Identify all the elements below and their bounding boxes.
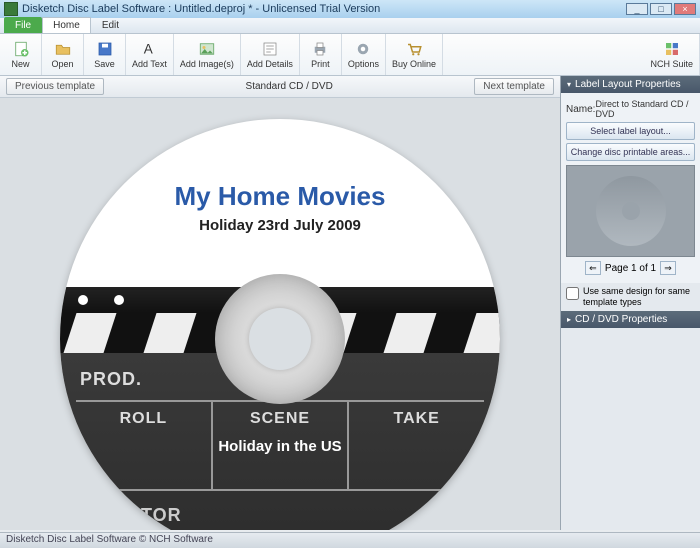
window-title: Disketch Disc Label Software : Untitled.… bbox=[22, 3, 380, 15]
expand-icon: ▸ bbox=[567, 315, 571, 324]
tab-edit[interactable]: Edit bbox=[91, 17, 130, 33]
addtext-button[interactable]: A Add Text bbox=[126, 34, 174, 75]
select-layout-button[interactable]: Select label layout... bbox=[566, 122, 695, 140]
nchsuite-button[interactable]: NCH Suite bbox=[644, 34, 700, 75]
layout-thumbnail[interactable] bbox=[566, 165, 695, 257]
options-button[interactable]: Options bbox=[342, 34, 386, 75]
collapse-icon: ▾ bbox=[567, 80, 571, 89]
adddetails-button[interactable]: Add Details bbox=[241, 34, 300, 75]
close-button[interactable]: × bbox=[674, 3, 696, 15]
ribbon-tabstrip: File Home Edit bbox=[0, 18, 700, 34]
prev-template-button[interactable]: Previous template bbox=[6, 78, 104, 95]
suite-icon bbox=[663, 40, 681, 58]
same-design-label: Use same design for same template types bbox=[583, 286, 695, 308]
status-text: Disketch Disc Label Software © NCH Softw… bbox=[6, 534, 213, 545]
layout-panel-header[interactable]: ▾ Label Layout Properties bbox=[561, 76, 700, 93]
side-panel: ▾ Label Layout Properties Name: Direct t… bbox=[560, 76, 700, 530]
open-button[interactable]: Open bbox=[42, 34, 84, 75]
page-indicator: Page 1 of 1 bbox=[605, 263, 656, 274]
print-icon bbox=[311, 40, 329, 58]
tab-file[interactable]: File bbox=[4, 17, 42, 33]
hinge-dot bbox=[114, 295, 124, 305]
new-icon bbox=[12, 40, 30, 58]
disc-hub-hole bbox=[249, 308, 311, 370]
thumb-disc-icon bbox=[596, 176, 666, 246]
maximize-button[interactable]: □ bbox=[650, 3, 672, 15]
details-icon bbox=[261, 40, 279, 58]
slate-roll: ROLL bbox=[76, 402, 213, 489]
director-label: DIRECTOR bbox=[76, 491, 484, 530]
buyonline-button[interactable]: Buy Online bbox=[386, 34, 443, 75]
template-type-label: Standard CD / DVD bbox=[104, 81, 474, 92]
minimize-button[interactable]: _ bbox=[626, 3, 648, 15]
hinge-dot bbox=[78, 295, 88, 305]
image-icon bbox=[198, 40, 216, 58]
cd-panel-header[interactable]: ▸ CD / DVD Properties bbox=[561, 311, 700, 328]
template-subbar: Previous template Standard CD / DVD Next… bbox=[0, 76, 560, 98]
change-areas-button[interactable]: Change disc printable areas... bbox=[566, 143, 695, 161]
save-icon bbox=[96, 40, 114, 58]
slate-scene: SCENE Holiday in the US bbox=[213, 402, 350, 489]
status-bar: Disketch Disc Label Software © NCH Softw… bbox=[0, 532, 700, 548]
canvas-area[interactable]: Previous template Standard CD / DVD Next… bbox=[0, 76, 560, 530]
gear-icon bbox=[354, 40, 372, 58]
page-prev-button[interactable]: ⇐ bbox=[585, 261, 601, 275]
same-design-checkbox[interactable] bbox=[566, 287, 579, 300]
disc-stage: My Home Movies Holiday 23rd July 2009 bbox=[60, 119, 500, 530]
open-icon bbox=[54, 40, 72, 58]
text-icon: A bbox=[140, 40, 158, 58]
cart-icon bbox=[405, 40, 423, 58]
next-template-button[interactable]: Next template bbox=[474, 78, 554, 95]
ribbon-toolbar: New Open Save A Add Text Add Image(s) Ad… bbox=[0, 34, 700, 76]
disc-label[interactable]: My Home Movies Holiday 23rd July 2009 bbox=[60, 119, 500, 530]
name-label: Name: bbox=[566, 104, 595, 115]
addimages-button[interactable]: Add Image(s) bbox=[174, 34, 241, 75]
slate-take: TAKE bbox=[349, 402, 484, 489]
scene-value[interactable]: Holiday in the US bbox=[217, 438, 344, 455]
svg-text:A: A bbox=[144, 42, 153, 57]
name-value: Direct to Standard CD / DVD bbox=[595, 99, 695, 119]
tab-home[interactable]: Home bbox=[42, 17, 91, 33]
window-titlebar: Disketch Disc Label Software : Untitled.… bbox=[0, 0, 700, 18]
print-button[interactable]: Print bbox=[300, 34, 342, 75]
page-next-button[interactable]: ⇒ bbox=[660, 261, 676, 275]
save-button[interactable]: Save bbox=[84, 34, 126, 75]
new-button[interactable]: New bbox=[0, 34, 42, 75]
disc-subtitle-text[interactable]: Holiday 23rd July 2009 bbox=[60, 217, 500, 234]
app-icon bbox=[4, 2, 18, 16]
disc-title-text[interactable]: My Home Movies bbox=[60, 181, 500, 212]
